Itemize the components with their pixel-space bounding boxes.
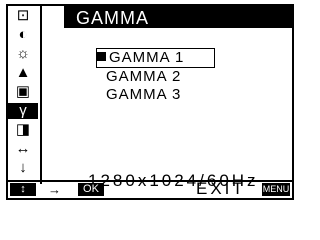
- up-down-icon[interactable]: ↕: [10, 183, 36, 196]
- more-icon[interactable]: ↓: [12, 160, 34, 176]
- color-icon[interactable]: ▣: [12, 84, 34, 100]
- gamma-panel: GAMMA 1 GAMMA 2 GAMMA 3 1280x1024/60Hz: [42, 28, 292, 190]
- osd-menu: GAMMA ⊡ ◐ ☼ ▲ ▣ γ ◨ ↔ ↓ GAMMA 1 GAMMA 2 …: [6, 4, 294, 200]
- icon-sidebar: ⊡ ◐ ☼ ▲ ▣ γ ◨ ↔ ↓: [8, 6, 42, 184]
- sharpness-icon[interactable]: ▲: [12, 65, 34, 81]
- input-icon[interactable]: ⊡: [12, 8, 34, 24]
- menu-button[interactable]: MENU: [262, 183, 290, 196]
- size-icon[interactable]: ◨: [12, 122, 34, 138]
- gamma-option-1-label: GAMMA 1: [109, 49, 185, 66]
- center-icon[interactable]: ↔: [12, 141, 34, 157]
- ok-button[interactable]: OK: [78, 183, 104, 196]
- contrast-icon[interactable]: ◐: [12, 27, 34, 43]
- brightness-icon[interactable]: ☼: [12, 46, 34, 62]
- title-bar: GAMMA: [64, 6, 292, 28]
- gamma-option-2[interactable]: GAMMA 2: [106, 68, 181, 86]
- exit-label[interactable]: EXIT: [196, 180, 246, 198]
- gamma-option-1[interactable]: GAMMA 1: [96, 48, 216, 68]
- footer-bar: ↕ → OK EXIT MENU: [8, 180, 292, 198]
- gamma-icon[interactable]: γ: [8, 103, 38, 119]
- arrow-right-icon: →: [48, 182, 61, 197]
- selected-marker-icon: [97, 52, 106, 61]
- menu-title: GAMMA: [76, 8, 150, 28]
- gamma-option-3[interactable]: GAMMA 3: [106, 86, 181, 104]
